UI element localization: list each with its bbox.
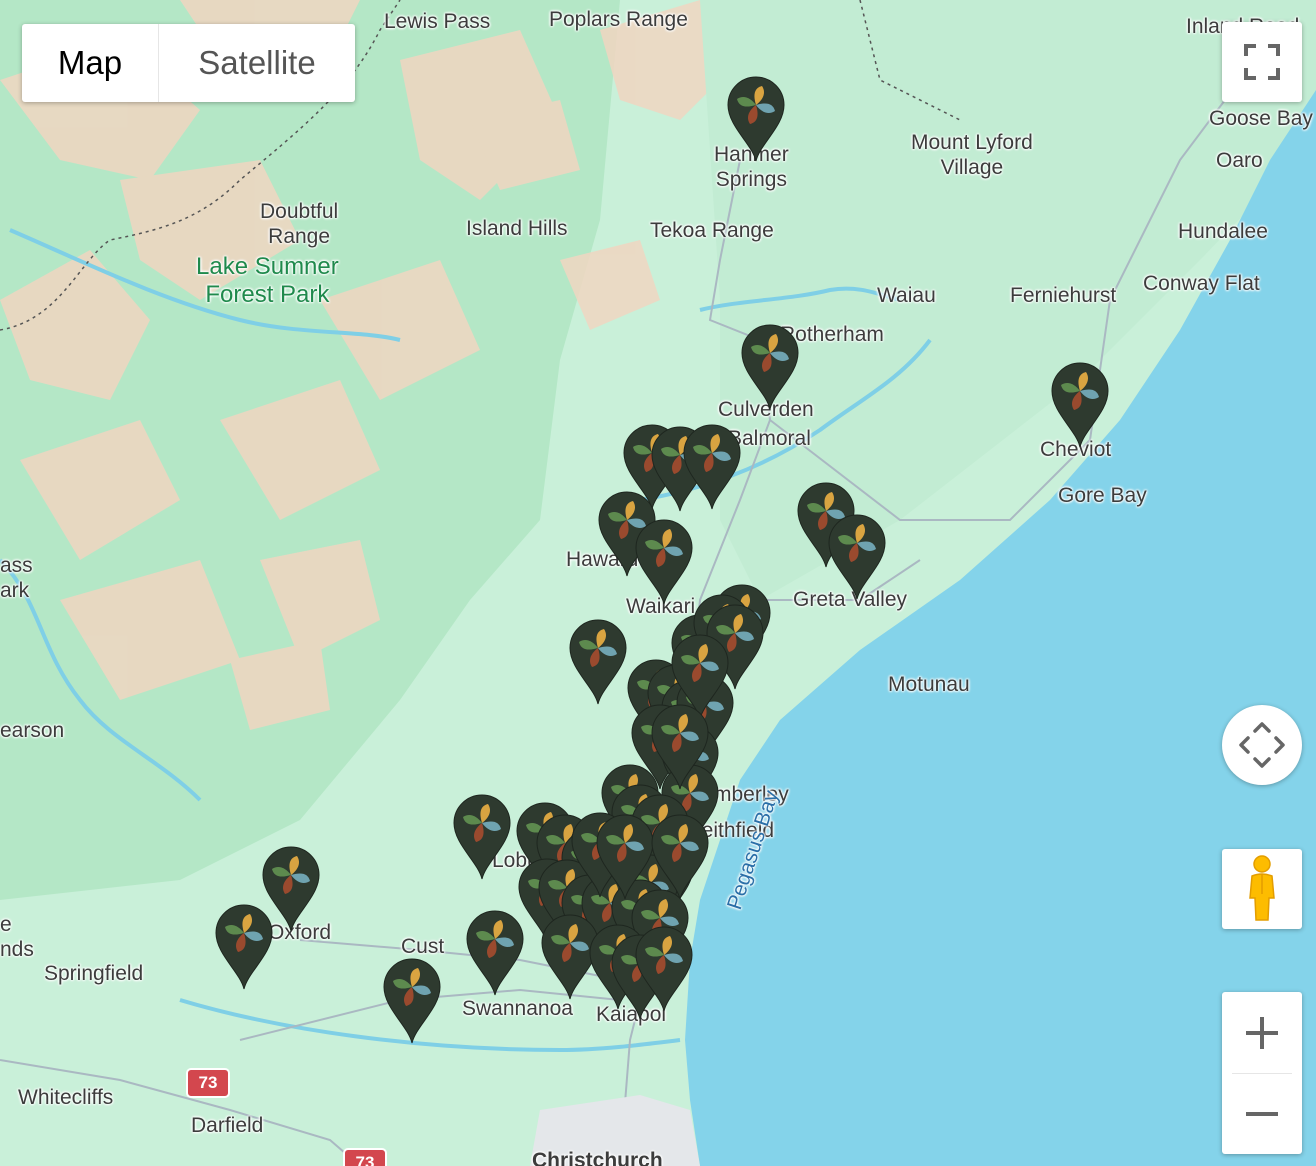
place-label: Springfield xyxy=(44,962,144,985)
map-canvas[interactable]: 73 73 Lewis Pass Poplars Range Inland Ro… xyxy=(0,0,1316,1166)
camera-pan-control[interactable] xyxy=(1222,705,1302,785)
pinwheel-logo-icon xyxy=(1051,362,1109,448)
place-label: Hundalee xyxy=(1178,220,1268,243)
pinwheel-logo-icon xyxy=(635,519,693,605)
place-label: ass ark xyxy=(0,554,33,602)
location-marker[interactable] xyxy=(633,924,695,1012)
place-label: Tekoa Range xyxy=(650,219,774,242)
fullscreen-button[interactable] xyxy=(1222,22,1302,102)
street-view-pegman-button[interactable] xyxy=(1222,849,1302,929)
park-label: Lake Sumner Forest Park xyxy=(196,253,339,308)
location-marker[interactable] xyxy=(739,322,801,410)
place-label: Whitecliffs xyxy=(18,1086,114,1109)
location-marker[interactable] xyxy=(451,792,513,880)
pinwheel-logo-icon xyxy=(635,926,693,1012)
place-label: Motunau xyxy=(888,673,970,696)
pinwheel-logo-icon xyxy=(828,514,886,600)
zoom-in-button[interactable] xyxy=(1222,993,1302,1073)
place-label: Gore Bay xyxy=(1058,484,1147,507)
place-label: Darfield xyxy=(191,1114,264,1137)
pinwheel-logo-icon xyxy=(453,794,511,880)
place-label: Poplars Range xyxy=(549,8,688,31)
place-label: Christchurch xyxy=(532,1149,663,1166)
location-marker[interactable] xyxy=(213,902,275,990)
location-marker[interactable] xyxy=(681,422,743,510)
place-label: e nds xyxy=(0,913,34,961)
pinwheel-logo-icon xyxy=(383,958,441,1044)
place-label: Goose Bay xyxy=(1209,107,1313,130)
pinwheel-logo-icon xyxy=(683,424,741,510)
location-marker[interactable] xyxy=(633,517,695,605)
place-label: Lewis Pass xyxy=(384,10,491,33)
place-label: Waiau xyxy=(877,284,936,307)
location-marker[interactable] xyxy=(1049,360,1111,448)
location-marker[interactable] xyxy=(567,617,629,705)
place-label: Conway Flat xyxy=(1143,272,1260,295)
place-label: Mount Lyford Village xyxy=(911,131,1033,179)
location-marker[interactable] xyxy=(649,812,711,900)
place-label: Doubtful Range xyxy=(260,200,339,248)
location-marker[interactable] xyxy=(826,512,888,600)
map-type-satellite-button[interactable]: Satellite xyxy=(159,24,355,102)
pinwheel-logo-icon xyxy=(741,324,799,410)
highway-shield-73: 73 xyxy=(186,1068,230,1098)
pinwheel-logo-icon xyxy=(466,910,524,996)
zoom-control xyxy=(1222,992,1302,1154)
plus-icon xyxy=(1246,1016,1278,1049)
pinwheel-logo-icon xyxy=(215,904,273,990)
location-marker[interactable] xyxy=(381,956,443,1044)
pinwheel-logo-icon xyxy=(651,704,709,790)
location-marker[interactable] xyxy=(725,74,787,162)
location-marker[interactable] xyxy=(594,812,656,900)
place-label: Oaro xyxy=(1216,149,1263,172)
highway-shield-73: 73 xyxy=(343,1148,387,1166)
place-label: earson xyxy=(0,719,65,742)
place-label: Ferniehurst xyxy=(1010,284,1117,307)
pegman-icon xyxy=(1249,855,1275,921)
pan-arrows-icon xyxy=(1239,722,1285,768)
fullscreen-icon xyxy=(1244,44,1280,80)
pinwheel-logo-icon xyxy=(596,814,654,900)
pinwheel-logo-icon xyxy=(651,814,709,900)
map-type-control: Map Satellite xyxy=(22,24,355,102)
location-marker[interactable] xyxy=(649,702,711,790)
place-label: Island Hills xyxy=(466,217,568,240)
zoom-out-button[interactable] xyxy=(1222,1074,1302,1154)
pinwheel-logo-icon xyxy=(569,619,627,705)
location-marker[interactable] xyxy=(464,908,526,996)
minus-icon xyxy=(1246,1111,1278,1116)
map-type-map-button[interactable]: Map xyxy=(22,24,159,102)
pinwheel-logo-icon xyxy=(727,76,785,162)
